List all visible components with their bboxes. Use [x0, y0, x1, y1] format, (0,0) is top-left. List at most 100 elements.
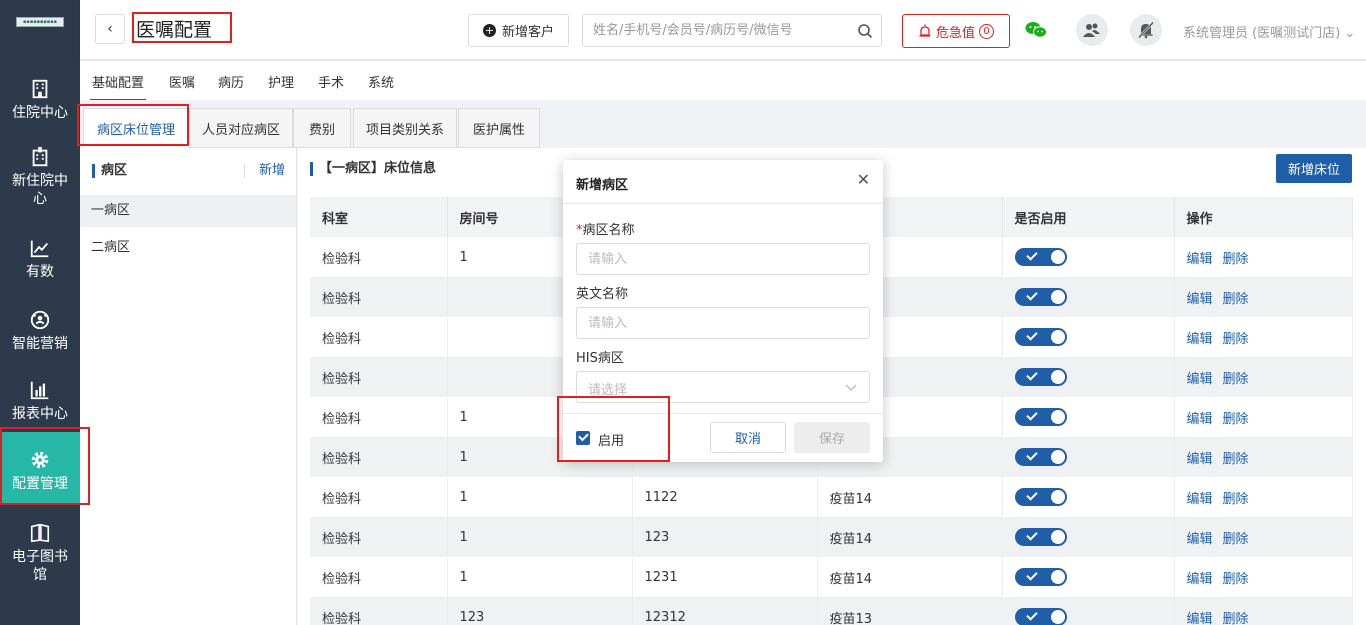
tab-basic-config[interactable]: 基础配置	[89, 72, 147, 101]
delete-link[interactable]: 删除	[1223, 532, 1249, 547]
ward-item[interactable]: 一病区	[80, 195, 296, 227]
sidebar-item-report-center[interactable]: 报表中心	[0, 379, 80, 423]
add-ward-dialog: 新增病区 ✕ *病区名称 英文名称 HIS病区 请选择 启用 取消 保存	[563, 160, 883, 462]
delete-link[interactable]: 删除	[1223, 332, 1249, 347]
user-menu[interactable]: 系统管理员 (医嘱测试门店) ⌄	[1183, 22, 1355, 41]
cell-enabled	[1002, 277, 1175, 317]
bar-chart-icon	[30, 381, 49, 400]
cell-actions: 编辑 删除	[1174, 397, 1353, 437]
chevron-down-icon	[845, 384, 857, 391]
cell-enabled	[1002, 437, 1175, 477]
critical-value-button[interactable]: 危急值 0	[902, 14, 1010, 48]
cell-dept: 检验科	[310, 557, 448, 597]
delete-link[interactable]: 删除	[1223, 612, 1249, 625]
sidebar-item-youshu[interactable]: 有数	[0, 237, 80, 281]
edit-link[interactable]: 编辑	[1187, 412, 1213, 427]
sidebar-item-new-inpatient-center[interactable]: 新住院中心	[0, 146, 80, 208]
tab-system[interactable]: 系统	[368, 72, 394, 91]
delete-link[interactable]: 删除	[1223, 452, 1249, 467]
enable-toggle[interactable]	[1014, 288, 1067, 306]
his-ward-select[interactable]: 请选择	[576, 371, 870, 403]
wechat-button[interactable]	[1020, 14, 1052, 46]
column-header-dept: 科室	[310, 197, 448, 237]
tab-medical-attributes[interactable]: 医护属性	[458, 108, 540, 148]
tab-item-category[interactable]: 项目类别关系	[353, 108, 457, 148]
english-name-input[interactable]	[576, 307, 870, 339]
cell-room: 1	[447, 477, 633, 517]
cell-enabled	[1002, 597, 1175, 625]
top-header: ‹ 医嘱配置 + 新增客户 危急值 0 系统管理员 (医嘱测试门店) ⌄	[80, 0, 1366, 60]
edit-link[interactable]: 编辑	[1187, 452, 1213, 467]
his-ward-label: HIS病区	[576, 351, 624, 366]
tab-surgery[interactable]: 手术	[318, 72, 344, 91]
ward-name-input[interactable]	[576, 243, 870, 275]
edit-link[interactable]: 编辑	[1187, 492, 1213, 507]
cancel-button[interactable]: 取消	[710, 422, 786, 453]
dialog-footer-divider	[563, 413, 883, 414]
enable-toggle[interactable]	[1014, 608, 1067, 625]
search-icon[interactable]	[857, 23, 873, 39]
chevron-down-icon: ⌄	[1344, 26, 1356, 41]
edit-link[interactable]: 编辑	[1187, 532, 1213, 547]
delete-link[interactable]: 删除	[1223, 252, 1249, 267]
add-ward-link[interactable]: 新增	[244, 164, 285, 178]
enable-toggle[interactable]	[1014, 368, 1067, 386]
ward-list-panel: 病区 新增 一病区 二病区	[80, 148, 297, 625]
search-box	[582, 14, 882, 47]
cell-actions: 编辑 删除	[1174, 277, 1353, 317]
column-header-enabled: 是否启用	[1002, 197, 1175, 237]
sidebar-item-e-library[interactable]: 电子图书馆	[0, 522, 80, 584]
enable-toggle[interactable]	[1014, 408, 1067, 426]
enable-toggle[interactable]	[1014, 328, 1067, 346]
add-customer-button[interactable]: + 新增客户	[468, 14, 569, 47]
delete-link[interactable]: 删除	[1223, 572, 1249, 587]
delete-link[interactable]: 删除	[1223, 412, 1249, 427]
tab-staff-ward[interactable]: 人员对应病区	[189, 108, 293, 148]
tab-fee-type[interactable]: 费别	[293, 108, 351, 148]
edit-link[interactable]: 编辑	[1187, 252, 1213, 267]
save-button[interactable]: 保存	[794, 422, 870, 453]
new-bed-button[interactable]: 新增床位	[1276, 154, 1352, 183]
close-icon[interactable]: ✕	[857, 172, 870, 188]
delete-link[interactable]: 删除	[1223, 372, 1249, 387]
bed-panel-title: 【一病区】床位信息	[310, 162, 436, 176]
column-header-actions: 操作	[1174, 197, 1353, 237]
enable-toggle[interactable]	[1014, 568, 1067, 586]
add-customer-label: 新增客户	[501, 25, 554, 40]
edit-link[interactable]: 编辑	[1187, 572, 1213, 587]
edit-link[interactable]: 编辑	[1187, 332, 1213, 347]
ward-item[interactable]: 二病区	[80, 232, 296, 264]
delete-link[interactable]: 删除	[1223, 292, 1249, 307]
cell-enabled	[1002, 357, 1175, 397]
people-network-icon	[30, 310, 50, 330]
ward-panel-title: 病区	[92, 164, 127, 178]
user-name: 系统管理员 (医嘱测试门店)	[1183, 26, 1341, 41]
sidebar-item-label: 配置管理	[12, 476, 68, 492]
critical-count-badge: 0	[979, 23, 994, 39]
enable-toggle[interactable]	[1014, 248, 1067, 266]
tab-orders[interactable]: 医嘱	[169, 72, 195, 91]
enable-toggle[interactable]	[1014, 488, 1067, 506]
primary-tabs: 基础配置 医嘱 病历 护理 手术 系统	[80, 61, 1366, 101]
cell-enabled	[1002, 397, 1175, 437]
tab-ward-bed-management[interactable]: 病区床位管理	[83, 108, 189, 148]
edit-link[interactable]: 编辑	[1187, 372, 1213, 387]
back-button[interactable]: ‹	[95, 14, 125, 44]
enable-toggle[interactable]	[1014, 448, 1067, 466]
sidebar-item-smart-marketing[interactable]: 智能营销	[0, 309, 80, 353]
tab-records[interactable]: 病历	[218, 72, 244, 91]
search-input[interactable]	[593, 15, 843, 46]
edit-link[interactable]: 编辑	[1187, 292, 1213, 307]
enable-toggle[interactable]	[1014, 528, 1067, 546]
tab-nursing[interactable]: 护理	[268, 72, 294, 91]
sidebar: ▪▪▪▪▪▪▪▪▪▪ 住院中心 新住院中心 有数 智能营销 报表中心 配置管理 …	[0, 0, 80, 625]
mute-notifications-button[interactable]	[1130, 14, 1162, 46]
sidebar-item-label: 有数	[26, 264, 54, 280]
team-button[interactable]	[1076, 14, 1108, 46]
sidebar-item-config-management[interactable]: 配置管理	[0, 432, 80, 504]
edit-link[interactable]: 编辑	[1187, 612, 1213, 625]
sidebar-item-inpatient-center[interactable]: 住院中心	[0, 78, 80, 122]
cell-actions: 编辑 删除	[1174, 477, 1353, 517]
delete-link[interactable]: 删除	[1223, 492, 1249, 507]
enable-checkbox[interactable]	[576, 431, 590, 445]
